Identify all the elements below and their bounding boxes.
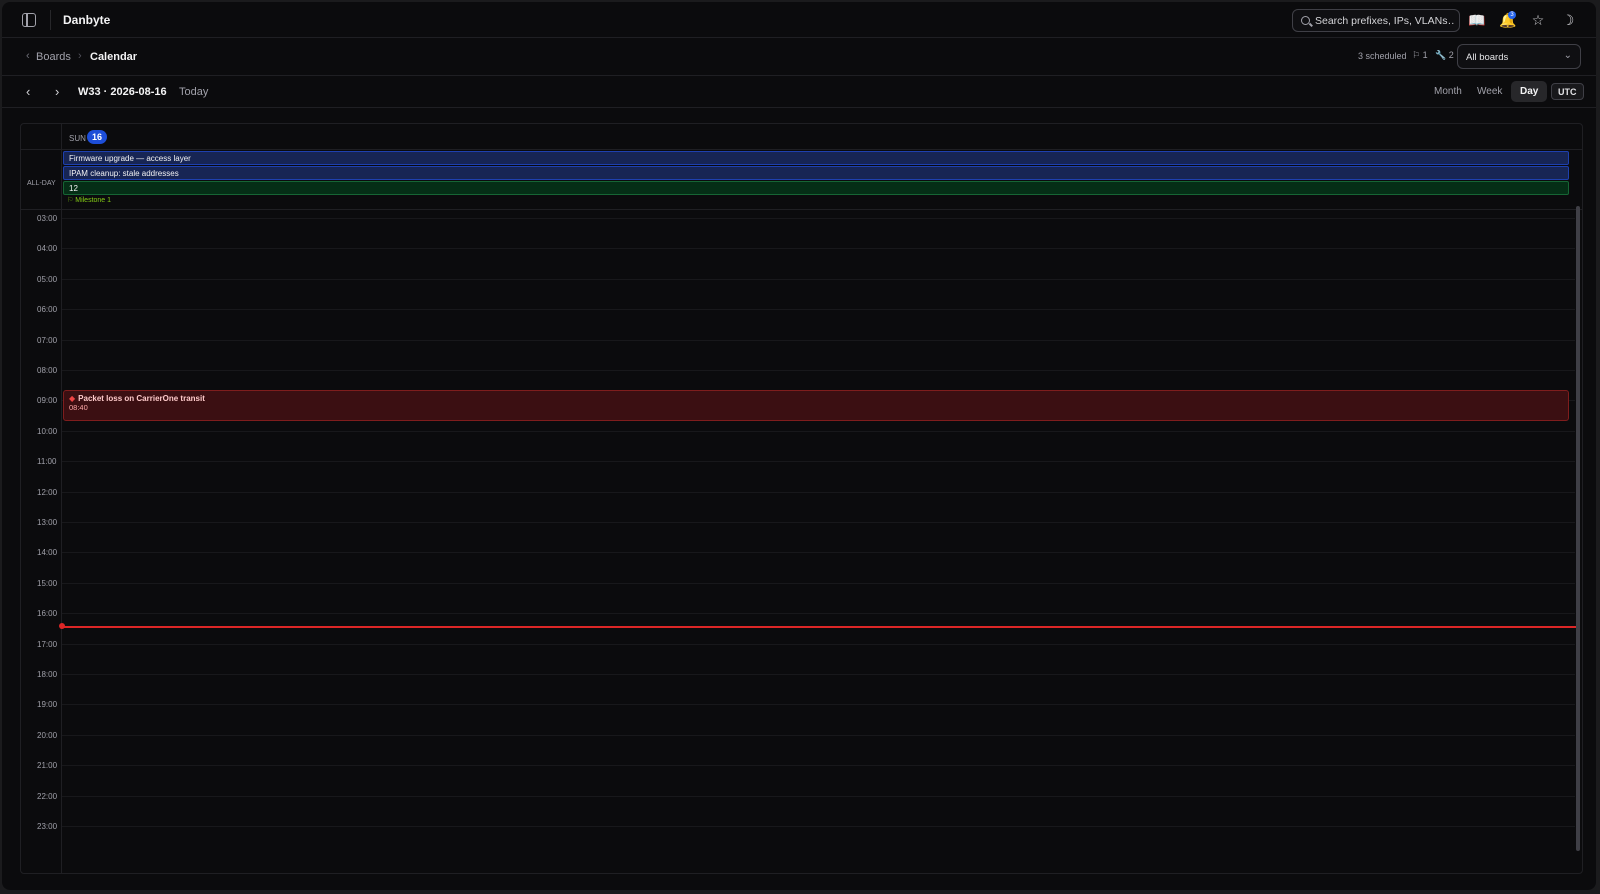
all-day-event[interactable]: 12 xyxy=(63,181,1569,195)
hour-line xyxy=(62,674,1575,675)
hour-line xyxy=(62,430,1575,432)
search-icon xyxy=(1301,16,1310,25)
current-time-line xyxy=(62,626,1576,628)
top-bar: Danbyte 📖 🔔 3 ☆ ☽ xyxy=(2,2,1596,38)
star-icon[interactable]: ☆ xyxy=(1529,11,1547,29)
hour-line xyxy=(62,491,1575,493)
hour-line xyxy=(62,248,1575,250)
next-button[interactable]: › xyxy=(55,84,59,99)
board-filter-value: All boards xyxy=(1466,52,1509,63)
hour-label: 22:00 xyxy=(37,791,58,801)
hour-label: 15:00 xyxy=(37,578,58,588)
wrench-icon: 🔧 xyxy=(1435,50,1447,60)
hour-label: 10:00 xyxy=(37,426,58,436)
hour-line xyxy=(62,522,1575,523)
divider xyxy=(50,10,51,30)
all-day-event[interactable]: IPAM cleanup: stale addresses xyxy=(63,166,1569,180)
day-of-week: SUN xyxy=(69,134,86,143)
hour-label: 16:00 xyxy=(37,609,58,619)
event-title: ◆ Packet loss on CarrierOne transit xyxy=(69,394,205,403)
scheduled-count: 3 scheduled xyxy=(1358,51,1407,61)
hour-line xyxy=(62,278,1575,280)
hour-line xyxy=(62,826,1575,827)
app-window: Danbyte 📖 🔔 3 ☆ ☽ ‹ Boards › Calendar 3 … xyxy=(2,2,1596,890)
hour-label: 07:00 xyxy=(37,335,58,345)
page-title: Calendar xyxy=(90,51,138,63)
hour-label: 18:00 xyxy=(37,670,58,679)
hour-label: 09:00 xyxy=(37,396,58,406)
view-day-button[interactable]: Day xyxy=(1511,81,1548,102)
flag-count: ⚐ 1 xyxy=(1412,50,1428,61)
hour-line xyxy=(62,734,1575,736)
search-box[interactable] xyxy=(1292,9,1460,32)
event-title-text: Packet loss on CarrierOne transit xyxy=(78,394,205,403)
hour-label: 19:00 xyxy=(37,700,58,710)
all-day-event[interactable]: Firmware upgrade — access layer xyxy=(63,151,1569,165)
hour-line xyxy=(62,552,1575,554)
event-time: 08:40 xyxy=(69,403,88,412)
alert-icon: ◆ xyxy=(69,394,76,403)
flag-icon: ⚐ xyxy=(1412,50,1421,60)
hour-label: 21:00 xyxy=(37,761,58,771)
hour-line xyxy=(62,461,1575,463)
day-calendar: SUN 16 ALL-DAY Firmware upgrade — access… xyxy=(20,123,1583,874)
breadcrumb: ‹ Boards › Calendar 3 scheduled ⚐ 1 🔧 2 … xyxy=(2,38,1596,76)
hour-label: 23:00 xyxy=(37,822,58,831)
sidebar-toggle-icon[interactable] xyxy=(22,13,36,27)
view-month-button[interactable]: Month xyxy=(1425,81,1471,102)
back-chevron-icon[interactable]: ‹ xyxy=(26,50,30,62)
hour-label: 12:00 xyxy=(37,487,58,497)
notification-badge: 3 xyxy=(1508,11,1516,19)
flag-icon: ⚐ xyxy=(67,197,74,204)
hour-label: 14:00 xyxy=(37,548,58,558)
hour-line xyxy=(62,218,1575,219)
chevron-down-icon: ⌄ xyxy=(1563,50,1572,61)
hour-label: 13:00 xyxy=(37,518,58,527)
hour-label: 08:00 xyxy=(37,366,58,375)
hour-line xyxy=(62,643,1575,645)
hour-label: 11:00 xyxy=(37,457,57,467)
hour-line xyxy=(62,370,1575,371)
prev-button[interactable]: ‹ xyxy=(26,84,30,99)
hour-line xyxy=(62,613,1575,615)
breadcrumb-separator-icon: › xyxy=(78,50,82,62)
milestone-label: Milestone 1 xyxy=(75,197,112,204)
wrench-count: 🔧 2 xyxy=(1435,50,1454,61)
calendar-toolbar: ‹ › W33 · 2026-08-16 Today Month Week Da… xyxy=(2,76,1596,108)
hour-line xyxy=(62,339,1575,341)
hour-label: 20:00 xyxy=(37,730,58,740)
flag-count-value: 1 xyxy=(1422,50,1428,60)
day-header: SUN 16 xyxy=(21,124,1582,150)
hour-label: 03:00 xyxy=(37,214,58,223)
moon-icon[interactable]: ☽ xyxy=(1559,11,1577,29)
book-icon[interactable]: 📖 xyxy=(1468,11,1486,29)
hour-line xyxy=(62,582,1575,584)
board-filter-select[interactable]: All boards ⌄ xyxy=(1457,44,1581,69)
hour-line xyxy=(62,765,1575,767)
scrollbar[interactable] xyxy=(1576,206,1580,851)
time-gutter-divider xyxy=(61,124,62,873)
view-week-button[interactable]: Week xyxy=(1468,81,1511,102)
day-number[interactable]: 16 xyxy=(87,130,107,144)
hour-line xyxy=(62,309,1575,311)
search-input[interactable] xyxy=(1315,13,1455,29)
current-time-dot xyxy=(59,623,65,629)
all-day-label: ALL-DAY xyxy=(27,180,56,187)
milestone[interactable]: ⚐ Milestone 1 xyxy=(67,196,111,204)
breadcrumb-boards-link[interactable]: Boards xyxy=(36,51,71,63)
wrench-count-value: 2 xyxy=(1448,50,1454,60)
hour-label: 17:00 xyxy=(37,639,58,649)
hour-label: 04:00 xyxy=(37,244,58,254)
hour-line xyxy=(62,704,1575,706)
app-title: Danbyte xyxy=(63,13,111,27)
timezone-button[interactable]: UTC xyxy=(1551,83,1584,100)
hour-line xyxy=(62,795,1575,797)
hour-label: 06:00 xyxy=(37,305,58,315)
today-button[interactable]: Today xyxy=(179,86,208,98)
timed-event[interactable]: ◆ Packet loss on CarrierOne transit 08:40 xyxy=(63,390,1569,421)
period-label: W33 · 2026-08-16 xyxy=(78,86,167,98)
all-day-section: ALL-DAY Firmware upgrade — access layer … xyxy=(21,150,1582,210)
hour-label: 05:00 xyxy=(37,274,58,284)
